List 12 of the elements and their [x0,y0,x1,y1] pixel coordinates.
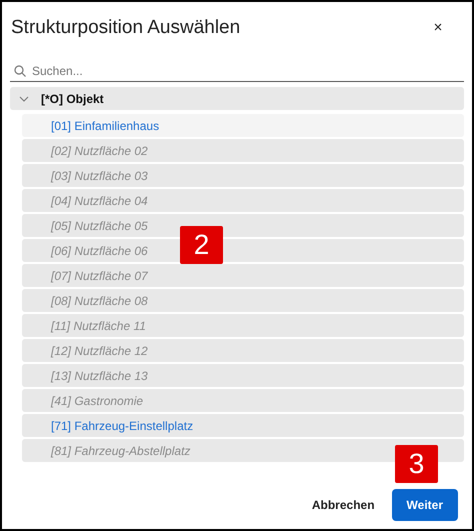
annotation-badge: 2 [180,226,223,264]
next-button[interactable]: Weiter [392,489,458,521]
tree-node[interactable]: [*O] Objekt [10,87,464,110]
node-label: [*O] Objekt [41,90,104,108]
annotation-badge: 3 [395,445,438,483]
search-field[interactable]: Suchen... [32,62,460,80]
close-button[interactable]: × [426,16,450,40]
search-icon [14,64,26,76]
tree-item[interactable]: [01] Einfamilienhaus [22,114,464,137]
dialog-title: Strukturposition Auswählen [10,16,240,40]
cancel-button[interactable]: Abbrechen [310,489,376,521]
tree-item[interactable]: [71] Fahrzeug-Einstellplatz [22,414,464,437]
